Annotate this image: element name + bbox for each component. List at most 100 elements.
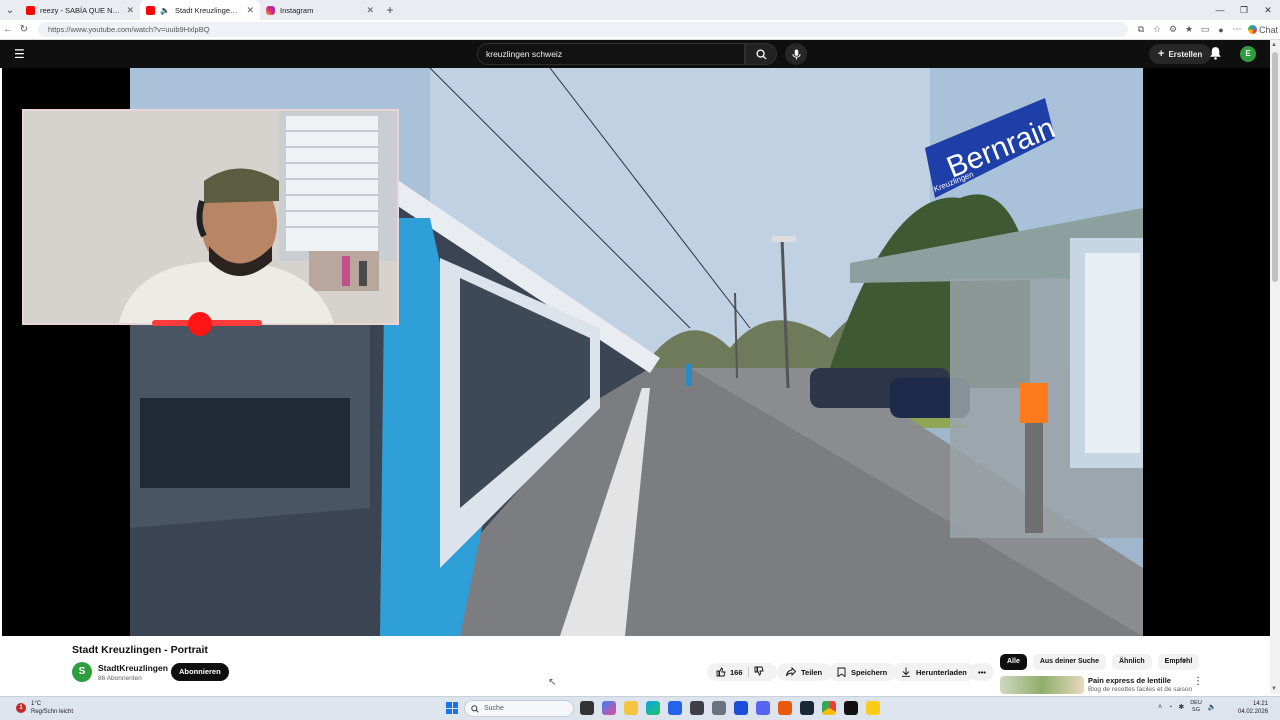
game-app-icon[interactable] [778,701,792,715]
discord-icon[interactable] [756,701,770,715]
new-tab-icon[interactable]: + [380,3,400,17]
reload-icon[interactable]: ↻ [16,24,32,35]
taskbar-clock[interactable]: 14:21 04.02.2026 [1238,700,1268,716]
browser-tab-1[interactable]: reezy - SABÍA QUE NO (Official Vi ✕ [20,0,140,20]
search-input[interactable]: kreuzlingen schweiz [477,43,745,65]
weather-description: Reg/Schn leicht [31,709,74,715]
streamer-webcam-image [24,111,397,323]
bluetooth-icon[interactable]: ✱ [1178,703,1184,711]
create-button[interactable]: + Erstellen [1149,44,1212,64]
file-explorer-icon[interactable] [624,701,638,715]
address-bar-icons: ⧉ ☆ ⚙ ★ ▭ ● ⋯ Chat [1136,24,1278,35]
search-query: kreuzlingen schweiz [486,49,563,59]
language-indicator[interactable]: DEU SG [1190,700,1202,714]
copilot-app-icon[interactable] [602,701,616,715]
channel-name[interactable]: StadtKreuzlingen [98,663,168,673]
network-icon[interactable]: ◔ [1168,704,1172,711]
close-tab-icon[interactable]: ✕ [126,5,134,16]
channel-avatar[interactable]: S [72,662,92,682]
extension-icon[interactable]: ⚙ [1168,24,1178,35]
chip-from-search[interactable]: Aus deiner Suche [1032,654,1106,670]
chip-related[interactable]: Ähnlich [1111,654,1152,670]
notifications-button[interactable] [1209,46,1222,63]
warning-app-icon[interactable] [866,701,880,715]
like-dislike-group: 166 [707,663,777,681]
taskbar-search-placeholder: Suche [484,705,504,712]
calculator-icon[interactable] [690,701,704,715]
more-icon[interactable]: ⋯ [1232,24,1242,35]
volume-icon[interactable]: 🔈 [1208,703,1217,711]
search-button[interactable] [745,43,777,65]
recommended-video-thumbnail[interactable] [1000,676,1084,694]
weather-widget[interactable]: 1 1°C Reg/Schn leicht [16,700,73,716]
subscriber-count: 86 Abonnenten [98,675,142,682]
url-field[interactable]: https://www.youtube.com/watch?v=uuib9Hxl… [38,22,1128,37]
window-controls: — ❐ ✕ [1208,0,1280,20]
save-bookmark-icon [837,667,846,677]
video-info-section: Stadt Kreuzlingen - Portrait S StadtKreu… [0,636,1270,694]
thumbs-up-icon [716,667,726,677]
translate-icon[interactable]: ⧉ [1136,24,1146,35]
recommended-video-title[interactable]: Pain express de lentille [1088,676,1171,685]
thumbs-down-icon [754,666,764,676]
video-player[interactable]: Bernrain Kreuzlingen [2,68,1270,636]
mouse-pointer-icon: ↖ [548,677,557,688]
like-button[interactable]: 166 [716,667,743,677]
voice-search-button[interactable] [785,43,807,65]
chrome-icon[interactable] [822,701,836,715]
windows-start-icon[interactable] [446,702,458,714]
scroll-up-icon[interactable]: ▲ [1271,42,1277,48]
browser-tab-3[interactable]: Instagram ✕ [260,0,380,20]
minimize-icon[interactable]: — [1208,0,1232,20]
save-label: Speichern [851,667,888,677]
browser-tab-bar: ⌄ reezy - SABÍA QUE NO (Official Vi ✕ 🔈 … [0,0,1280,20]
search-icon [471,704,479,713]
store-icon[interactable] [668,701,682,715]
tab-search-chevron-icon[interactable]: ⌄ [0,0,20,20]
collections-icon[interactable]: ▭ [1200,24,1210,35]
close-tab-icon[interactable]: ✕ [246,5,254,16]
restore-icon[interactable]: ❐ [1232,0,1256,20]
chip-recommended[interactable]: Empfehl [1157,654,1200,670]
system-tray: ˄ ◔ ✱ DEU SG 🔈 [1158,700,1217,714]
favorites-icon[interactable]: ★ [1184,24,1194,35]
scrollbar-thumb[interactable] [1272,52,1278,282]
speaker-icon[interactable]: 🔈 [160,6,170,15]
profile-icon[interactable]: ● [1216,25,1226,35]
edge-browser-icon[interactable] [646,701,660,715]
chip-all[interactable]: Alle [1000,654,1027,670]
share-button[interactable]: Teilen [777,663,832,681]
download-icon [902,667,910,677]
url-text: https://www.youtube.com/watch?v=uuib9Hxl… [48,25,210,34]
subscribe-button[interactable]: Abonnieren [171,663,229,681]
page-scrollbar[interactable]: ▲ ▼ [1270,40,1280,694]
account-avatar[interactable]: E [1240,46,1256,62]
youtube-masthead: ☰ kreuzlingen schweiz + Erstellen E [0,40,1270,68]
close-window-icon[interactable]: ✕ [1256,0,1280,20]
mail-icon[interactable] [734,701,748,715]
obs-icon[interactable] [844,701,858,715]
bookmark-star-icon[interactable]: ☆ [1152,24,1162,35]
kebab-menu-icon[interactable]: ⋮ [1193,676,1203,687]
create-label: Erstellen [1168,49,1203,59]
close-tab-icon[interactable]: ✕ [366,5,374,16]
taskbar-search[interactable]: Suche [464,700,574,717]
browser-tab-2[interactable]: 🔈 Stadt Kreuzlingen - Portrait - ✕ [140,0,260,20]
more-actions-button[interactable]: ••• [970,663,994,681]
back-arrow-icon[interactable]: ← [0,24,16,35]
taskbar-apps [580,701,880,715]
steam-icon[interactable] [800,701,814,715]
tray-chevron-icon[interactable]: ˄ [1158,704,1162,711]
task-view-icon[interactable] [580,701,594,715]
dislike-button[interactable] [754,666,764,678]
chevron-right-icon[interactable]: › [1183,655,1186,666]
menu-icon[interactable]: ☰ [14,47,25,61]
save-button[interactable]: Speichern [828,663,897,681]
settings-gear-icon[interactable] [712,701,726,715]
recommended-video-channel[interactable]: Blog de recettes faciles et de saison [1088,686,1192,693]
scroll-down-icon[interactable]: ▼ [1271,686,1277,692]
copilot-chat-button[interactable]: Chat [1248,25,1278,35]
keyboard-layout: SG [1192,707,1200,713]
download-button[interactable]: Herunterladen [892,663,976,681]
instagram-favicon-icon [266,5,275,15]
